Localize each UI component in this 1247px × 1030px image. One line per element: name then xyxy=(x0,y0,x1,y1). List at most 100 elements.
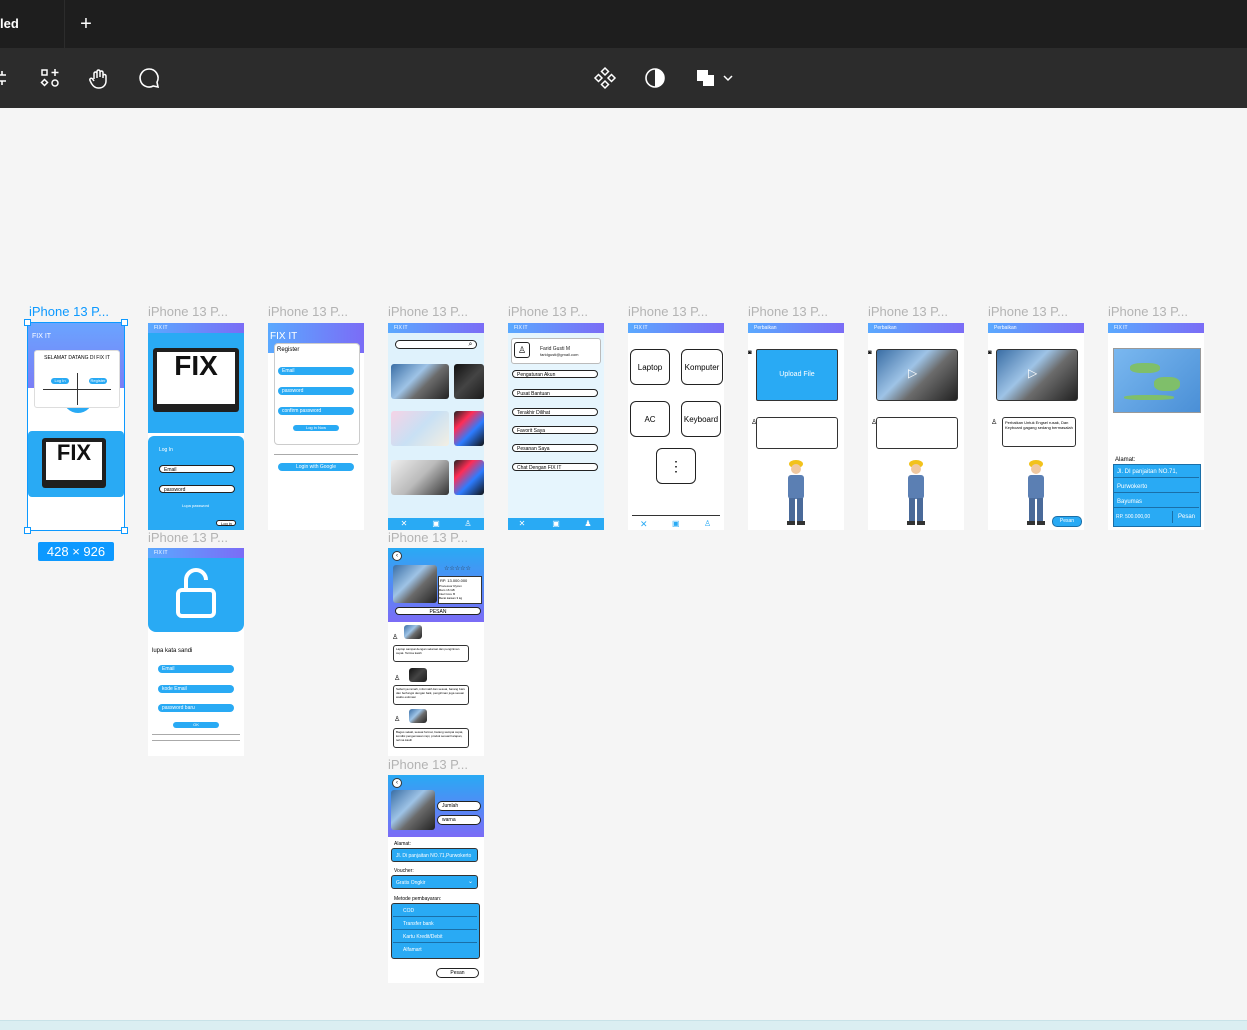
resize-handle[interactable] xyxy=(24,527,31,534)
category-keyboard[interactable]: Keyboard xyxy=(681,401,721,437)
color-select[interactable]: warna xyxy=(437,815,481,825)
resize-handle[interactable] xyxy=(121,527,128,534)
category-ac[interactable]: AC xyxy=(630,401,670,437)
frame-splash[interactable]: FIX IT SELAMAT DATANG DI FIX IT Log In R… xyxy=(28,323,124,530)
frame-upload[interactable]: Perbaikan ◙ Upload File ♙ xyxy=(748,323,844,530)
register-button[interactable]: Register xyxy=(89,378,107,384)
menu-item-account-settings[interactable]: Pengaturan Akun xyxy=(512,370,598,378)
chevron-down-icon[interactable] xyxy=(719,64,737,92)
frame-video[interactable]: Perbaikan ◙ ▷ ♙ xyxy=(868,323,964,530)
frame-label[interactable]: iPhone 13 P... xyxy=(29,304,109,319)
frame-label[interactable]: iPhone 13 P... xyxy=(988,304,1068,319)
product-image[interactable] xyxy=(391,364,449,399)
password-field[interactable]: password xyxy=(278,387,354,395)
product-image[interactable] xyxy=(391,411,449,446)
frame-categories[interactable]: FIX IT Laptop Komputer AC Keyboard ⋮ ✕ ▣… xyxy=(628,323,724,530)
back-button[interactable]: ‹ xyxy=(392,778,402,788)
chevron-down-icon[interactable]: ⌄ xyxy=(468,878,473,885)
product-image[interactable] xyxy=(391,460,449,495)
frame-login[interactable]: FIX IT FIX Log In Email password Lupa pa… xyxy=(148,323,244,530)
frame-icon[interactable] xyxy=(0,64,14,92)
product-image[interactable] xyxy=(454,364,484,399)
new-password-field[interactable]: password baru xyxy=(158,704,234,712)
frame-label[interactable]: iPhone 13 P... xyxy=(868,304,948,319)
email-field[interactable]: Email xyxy=(158,665,234,673)
frame-repair-note[interactable]: Perbaikan ◙ ▷ ♙ Perbaikan Untuk Engsel r… xyxy=(988,323,1084,530)
resize-handle[interactable] xyxy=(24,319,31,326)
frame-label[interactable]: iPhone 13 P... xyxy=(628,304,708,319)
play-icon[interactable]: ▷ xyxy=(1028,366,1037,380)
user-icon[interactable]: ♙ xyxy=(464,520,472,528)
order-button[interactable]: Pesan xyxy=(1052,516,1082,527)
camera-icon[interactable]: ◙ xyxy=(988,350,992,356)
menu-item-favorites[interactable]: Favorit Saya xyxy=(512,426,598,434)
frame-label[interactable]: iPhone 13 P... xyxy=(388,304,468,319)
resize-handle[interactable] xyxy=(121,319,128,326)
menu-item-my-orders[interactable]: Pesanan Saya xyxy=(512,444,598,452)
login-button[interactable]: Log In xyxy=(51,378,69,384)
frame-label[interactable]: iPhone 13 P... xyxy=(748,304,828,319)
add-tab-button[interactable]: + xyxy=(76,12,96,36)
user-icon[interactable]: ♙ xyxy=(704,519,711,528)
menu-item-chat[interactable]: Chat Dengan FIX IT xyxy=(512,463,598,471)
description-input[interactable] xyxy=(756,417,838,449)
address-field[interactable]: Jl. Di panjaitan NO.71,Purwokerto xyxy=(391,848,478,862)
frame-checkout[interactable]: ‹ Jumlah warna Alamat: Jl. Di panjaitan … xyxy=(388,775,484,983)
frame-label[interactable]: iPhone 13 P... xyxy=(508,304,588,319)
menu-item-recently-viewed[interactable]: Terakhir Dilihat xyxy=(512,408,598,416)
tab-file[interactable]: led xyxy=(0,0,65,48)
frame-forgot-password[interactable]: FIX IT lupa kata sandi Email kode Email … xyxy=(148,548,244,756)
email-field[interactable]: Email xyxy=(159,465,235,473)
user-icon[interactable]: ♟ xyxy=(584,520,592,528)
frame-product-detail[interactable]: ‹ ☆☆☆☆☆ RP. 13.000.000 Processor Ryzen R… xyxy=(388,548,484,756)
product-image[interactable] xyxy=(454,460,484,495)
voucher-select[interactable]: Gratis Ongkir xyxy=(391,875,478,889)
cart-icon[interactable]: ▣ xyxy=(672,519,680,528)
frame-address[interactable]: FIX IT Alamat: Jl. DI panjaitan NO.71, P… xyxy=(1108,323,1204,530)
login-now-button[interactable]: Log in Now xyxy=(293,425,339,431)
quantity-select[interactable]: Jumlah xyxy=(437,801,481,811)
category-computer[interactable]: Komputer xyxy=(681,349,723,385)
frame-label[interactable]: iPhone 13 P... xyxy=(148,304,228,319)
back-button[interactable]: ‹ xyxy=(392,551,402,561)
payment-card[interactable]: Kartu Kredit/Debit xyxy=(393,931,477,943)
submit-button[interactable]: OK xyxy=(173,722,219,728)
camera-icon[interactable]: ◙ xyxy=(748,350,752,356)
email-code-field[interactable]: kode Email xyxy=(158,685,234,693)
search-input[interactable] xyxy=(395,340,477,349)
category-laptop[interactable]: Laptop xyxy=(630,349,670,385)
frame-label[interactable]: iPhone 13 P... xyxy=(268,304,348,319)
frame-label[interactable]: iPhone 13 P... xyxy=(388,757,468,772)
password-field[interactable]: password xyxy=(159,485,235,493)
email-field[interactable]: Email xyxy=(278,367,354,375)
boolean-shapes-icon[interactable] xyxy=(693,64,721,92)
forgot-password-link[interactable]: Lupa password xyxy=(182,503,209,508)
product-image[interactable] xyxy=(454,411,484,446)
components-icon[interactable] xyxy=(36,64,64,92)
close-icon[interactable]: ✕ xyxy=(400,520,408,528)
comment-icon[interactable] xyxy=(135,64,163,92)
frame-register[interactable]: FIX IT Register Email password confirm p… xyxy=(268,323,364,530)
camera-icon[interactable]: ◙ xyxy=(868,350,872,356)
payment-alfamart[interactable]: Alfamart xyxy=(393,944,477,956)
close-icon[interactable]: ✕ xyxy=(640,519,648,530)
map-image[interactable] xyxy=(1113,348,1201,413)
payment-bank-transfer[interactable]: Transfer bank xyxy=(393,918,477,930)
play-icon[interactable]: ▷ xyxy=(908,366,917,380)
contrast-icon[interactable] xyxy=(641,64,669,92)
hand-icon[interactable] xyxy=(85,64,113,92)
component-diamond-icon[interactable] xyxy=(591,64,619,92)
upload-file-button[interactable]: Upload File xyxy=(756,349,838,401)
menu-item-help-center[interactable]: Pusat Bantuan xyxy=(512,389,598,397)
login-button[interactable]: Log in xyxy=(216,520,236,526)
cart-icon[interactable]: ▣ xyxy=(432,520,440,528)
more-options-icon[interactable]: ⋮ xyxy=(656,448,696,484)
google-login-button[interactable]: Login with Google xyxy=(278,463,354,471)
payment-cod[interactable]: COD xyxy=(393,905,477,917)
frame-home[interactable]: FIX IT ⌕ ✕ ▣ ♙ xyxy=(388,323,484,530)
description-input[interactable] xyxy=(876,417,958,449)
frame-label[interactable]: iPhone 13 P... xyxy=(1108,304,1188,319)
frame-label[interactable]: iPhone 13 P... xyxy=(148,530,228,545)
order-button[interactable]: Pesan xyxy=(436,968,479,978)
order-button[interactable]: Pesan xyxy=(1172,511,1200,523)
